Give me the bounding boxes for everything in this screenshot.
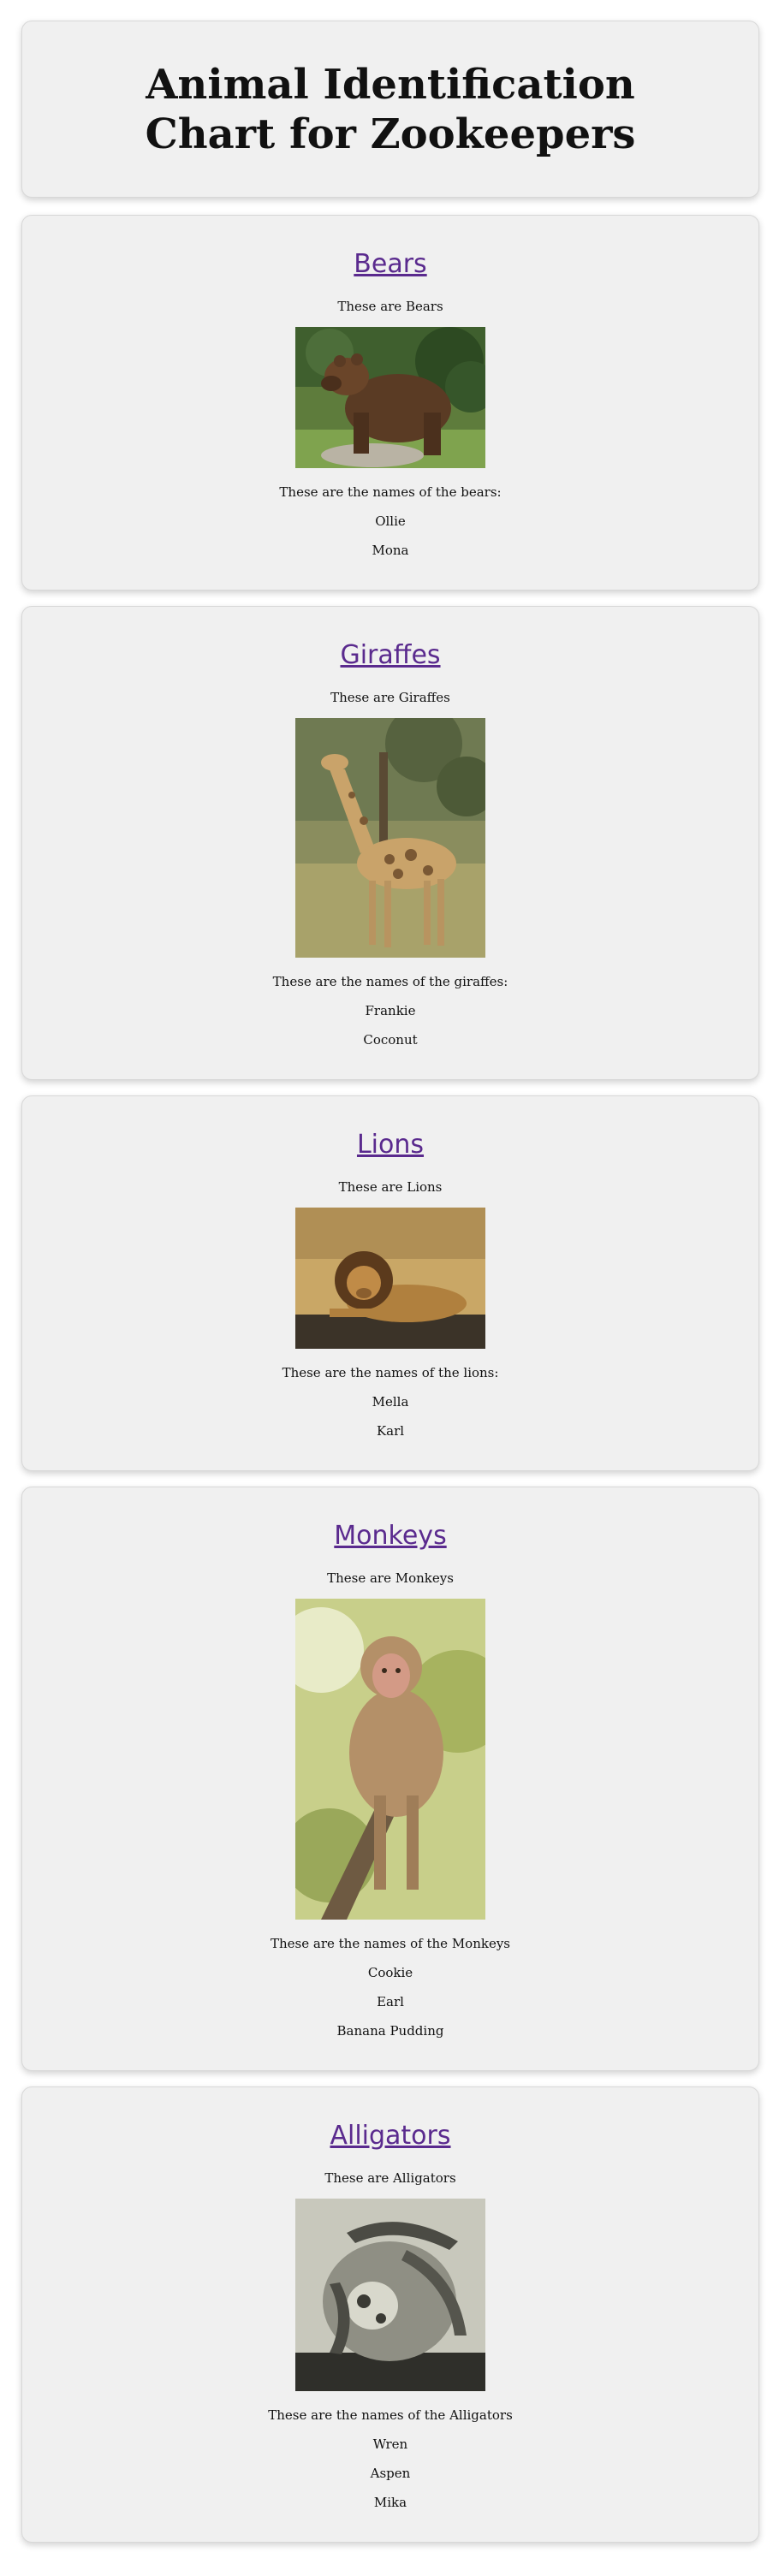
animal-card-alligators: Alligators These are Alligators These ar… xyxy=(21,2086,759,2543)
alligators-link[interactable]: Alligators xyxy=(330,2121,450,2151)
animal-name: Cookie xyxy=(367,1965,413,1980)
animal-name: Wren xyxy=(372,2437,408,2452)
animal-name: Mella xyxy=(372,1394,409,1410)
monkey-photo xyxy=(295,1599,485,1920)
animal-name: Mona xyxy=(372,543,409,558)
page: Animal Identification Chart for Zookeepe… xyxy=(0,0,779,2543)
animal-heading: Alligators xyxy=(22,2120,758,2152)
animal-heading: Bears xyxy=(22,248,758,281)
animal-name: Ollie xyxy=(375,513,406,529)
animal-card-bears: Bears These are Bears These are the name… xyxy=(21,215,759,591)
giraffes-link[interactable]: Giraffes xyxy=(340,640,440,670)
title-card: Animal Identification Chart for Zookeepe… xyxy=(21,21,759,198)
page-title: Animal Identification Chart for Zookeepe… xyxy=(145,60,636,158)
animal-name: Karl xyxy=(376,1423,405,1439)
giraffe-photo xyxy=(295,718,485,958)
alligator-photo xyxy=(295,2199,485,2391)
animal-heading: Giraffes xyxy=(22,639,758,672)
animal-card-monkeys: Monkeys These are Monkeys These are the … xyxy=(21,1487,759,2071)
names-intro: These are the names of the Monkeys xyxy=(270,1936,511,1951)
animal-name: Coconut xyxy=(363,1032,418,1048)
animal-name: Mika xyxy=(373,2495,407,2510)
animal-caption: These are Alligators xyxy=(324,2170,456,2186)
animal-name: Banana Pudding xyxy=(336,2023,444,2039)
animal-caption: These are Lions xyxy=(338,1179,443,1195)
bears-link[interactable]: Bears xyxy=(354,249,426,279)
animal-heading: Monkeys xyxy=(22,1520,758,1552)
lion-photo xyxy=(295,1208,485,1349)
animal-name: Frankie xyxy=(365,1003,416,1018)
names-intro: These are the names of the bears: xyxy=(279,484,502,500)
monkeys-link[interactable]: Monkeys xyxy=(334,1521,446,1551)
lions-link[interactable]: Lions xyxy=(357,1130,424,1160)
animal-name: Aspen xyxy=(370,2466,411,2481)
animal-caption: These are Monkeys xyxy=(327,1570,454,1586)
animal-heading: Lions xyxy=(22,1129,758,1161)
animal-card-lions: Lions These are Lions These are the name… xyxy=(21,1095,759,1471)
animal-caption: These are Bears xyxy=(337,299,443,314)
bear-photo xyxy=(295,327,485,468)
animal-card-giraffes: Giraffes These are Giraffes These are th… xyxy=(21,606,759,1080)
names-intro: These are the names of the Alligators xyxy=(268,2407,513,2423)
names-intro: These are the names of the giraffes: xyxy=(272,974,508,989)
animal-caption: These are Giraffes xyxy=(330,690,450,705)
animal-name: Earl xyxy=(377,1994,404,2009)
names-intro: These are the names of the lions: xyxy=(282,1365,499,1380)
